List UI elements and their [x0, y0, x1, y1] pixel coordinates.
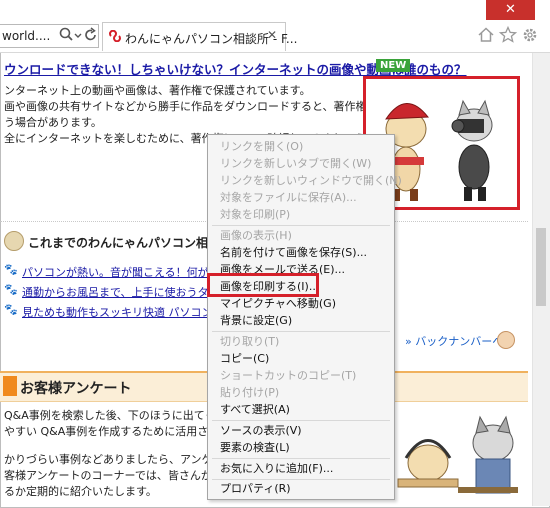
menu-item-cut: 切り取り(T) — [208, 333, 394, 350]
paw-icon: 🐾 — [4, 303, 18, 316]
article-text-line: 画や画像の共有サイトなどから勝手に作品をダウンロードすると、著作権を侵害してし — [4, 100, 433, 113]
article-text-line: う場合があります。 — [4, 116, 102, 129]
scrollbar-thumb[interactable] — [536, 228, 546, 306]
menu-item-show-image: 画像の表示(H) — [208, 227, 394, 244]
menu-item-label: 切り取り(T) — [220, 335, 280, 348]
menu-item-label: 背景に設定(G) — [220, 314, 293, 327]
address-text[interactable]: world.... — [2, 29, 50, 43]
dog-face-icon — [497, 331, 515, 349]
tab-close-icon[interactable]: ✕ — [267, 28, 277, 42]
menu-separator — [212, 225, 390, 226]
paw-icon: 🐾 — [4, 263, 18, 276]
menu-item-label: 対象を印刷(P) — [220, 208, 291, 221]
menu-separator — [212, 331, 390, 332]
menu-item-copy-shortcut: ショートカットのコピー(T) — [208, 367, 394, 384]
new-badge: NEW — [376, 59, 411, 72]
browser-toolbar: world.... わんにゃんパソコン相談所 - F... ✕ — [0, 20, 550, 53]
menu-item-properties[interactable]: プロパティ(R) — [208, 480, 394, 497]
refresh-icon[interactable] — [82, 25, 100, 45]
menu-item-label: リンクを開く(O) — [220, 140, 304, 153]
menu-item-label: マイピクチャへ移動(G) — [220, 297, 336, 310]
menu-item-label: 対象をファイルに保存(A)... — [220, 191, 357, 204]
menu-item-label: プロパティ(R) — [220, 482, 291, 495]
back-number-link[interactable]: » バックナンバーへ — [405, 333, 503, 349]
menu-item-add-to-favorites[interactable]: お気に入りに追加(F)... — [208, 460, 394, 477]
menu-item-inspect-element[interactable]: 要素の検査(L) — [208, 439, 394, 456]
menu-item-label: 貼り付け(P) — [220, 386, 280, 399]
article-text-line: ンターネット上の動画や画像は、著作権で保護されています。 — [4, 84, 311, 97]
paw-icon: 🐾 — [4, 283, 18, 296]
survey-title: お客様アンケート — [20, 381, 132, 397]
menu-item-go-to-my-pictures[interactable]: マイピクチャへ移動(G) — [208, 295, 394, 312]
star-icon[interactable] — [498, 25, 518, 45]
menu-item-label: リンクを新しいウィンドウで開く(N) — [220, 174, 402, 187]
vertical-scrollbar[interactable] — [532, 53, 550, 506]
menu-item-label: 名前を付けて画像を保存(S)... — [220, 246, 368, 259]
menu-item-open-link: リンクを開く(O) — [208, 138, 394, 155]
cat-face-icon — [4, 231, 24, 251]
menu-item-label: ショートカットのコピー(T) — [220, 369, 357, 382]
menu-item-label: リンクを新しいタブで開く(W) — [220, 157, 372, 170]
menu-item-label: お気に入りに追加(F)... — [220, 462, 334, 475]
title-bar: ✕ — [0, 0, 550, 20]
survey-marker-icon — [3, 376, 17, 396]
menu-item-print-target: 対象を印刷(P) — [208, 206, 394, 223]
menu-item-label: 要素の検査(L) — [220, 441, 290, 454]
gear-icon[interactable] — [520, 25, 540, 45]
tab-active[interactable]: わんにゃんパソコン相談所 - F... ✕ — [102, 22, 297, 51]
menu-item-save-image-as[interactable]: 名前を付けて画像を保存(S)... — [208, 244, 394, 261]
new-tab-button[interactable] — [288, 24, 310, 46]
menu-item-label: すべて選択(A) — [220, 403, 290, 416]
menu-item-select-all[interactable]: すべて選択(A) — [208, 401, 394, 418]
menu-item-view-source[interactable]: ソースの表示(V) — [208, 422, 394, 439]
menu-item-paste: 貼り付け(P) — [208, 384, 394, 401]
home-icon[interactable] — [476, 25, 496, 45]
section-title: これまでのわんにゃんパソコン相談所 — [28, 236, 233, 250]
menu-item-open-link-new-window: リンクを新しいウィンドウで開く(N) — [208, 172, 402, 189]
menu-item-label: ソースの表示(V) — [220, 424, 302, 437]
menu-item-label: コピー(C) — [220, 352, 270, 365]
menu-item-label: 画像の表示(H) — [220, 229, 292, 242]
support-illustration — [388, 403, 526, 507]
window-close-button[interactable]: ✕ — [486, 0, 535, 20]
article-link[interactable]: 見ためも動作もスッキリ快適 パソコンお手 — [22, 304, 235, 320]
menu-separator — [212, 458, 390, 459]
fujitsu-logo-icon — [107, 30, 123, 42]
menu-item-copy[interactable]: コピー(C) — [208, 350, 394, 367]
menu-item-save-target: 対象をファイルに保存(A)... — [208, 189, 394, 206]
menu-item-set-as-background[interactable]: 背景に設定(G) — [208, 312, 394, 329]
context-menu: リンクを開く(O) リンクを新しいタブで開く(W) リンクを新しいウィンドウで開… — [207, 134, 402, 500]
menu-item-open-link-new-tab: リンクを新しいタブで開く(W) — [208, 155, 394, 172]
back-number-label[interactable]: バックナンバーへ — [415, 335, 503, 348]
menu-separator — [212, 420, 390, 421]
highlight-frame — [207, 273, 319, 297]
